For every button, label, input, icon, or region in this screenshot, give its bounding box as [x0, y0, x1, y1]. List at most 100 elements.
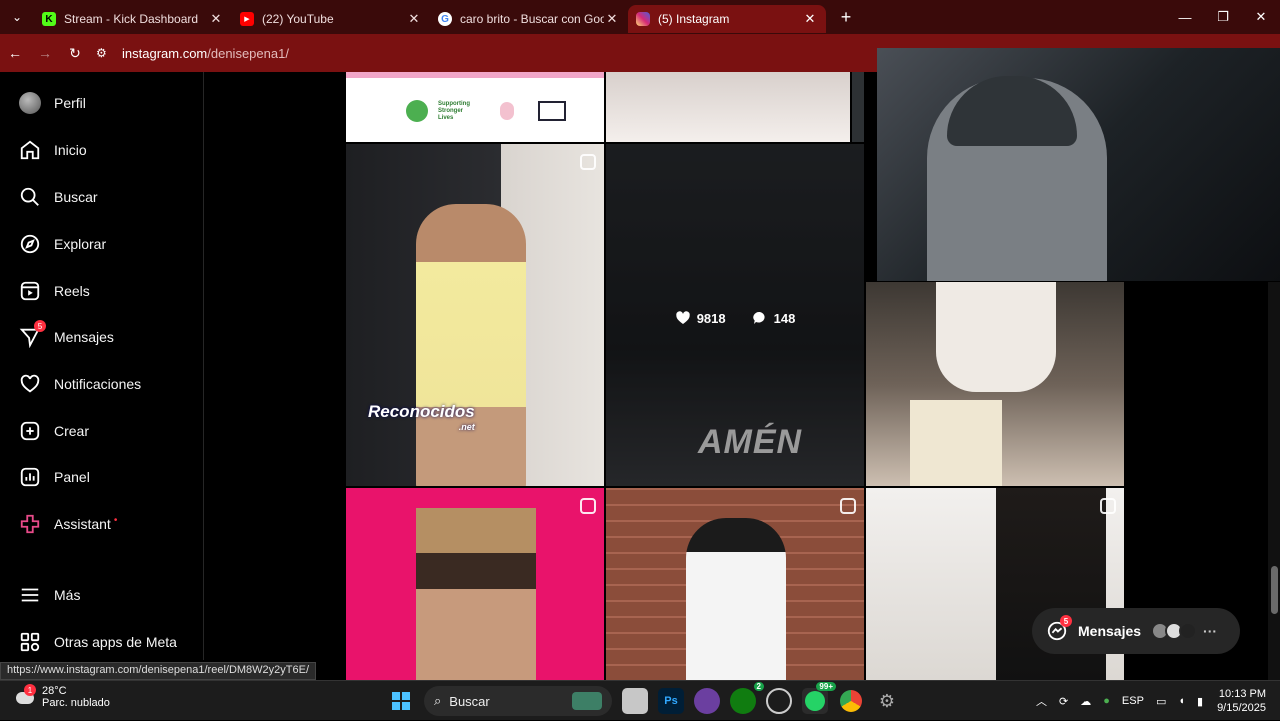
- search-icon: [18, 185, 42, 209]
- file-explorer-icon[interactable]: [622, 688, 648, 714]
- brand-logo-icon: [538, 101, 566, 121]
- unread-badge: 5: [1060, 615, 1072, 627]
- sidebar-item-otras-apps[interactable]: Otras apps de Meta: [18, 627, 177, 657]
- messenger-icon: 5: [18, 320, 46, 349]
- taskbar-apps: ⌕ Buscar Ps 2 99+ ⚙: [388, 681, 900, 721]
- post-tile-hovered[interactable]: 9818 148 AMÉN: [606, 144, 864, 486]
- windows-start-icon[interactable]: [388, 688, 414, 714]
- tab-kick[interactable]: K Stream - Kick Dashboard ✕: [34, 5, 232, 33]
- unread-badge: 5: [34, 320, 46, 332]
- chevron-up-icon[interactable]: ︿: [1036, 693, 1047, 709]
- close-icon[interactable]: ✕: [208, 11, 224, 27]
- photoshop-icon[interactable]: Ps: [658, 688, 684, 714]
- reels-icon: [580, 498, 596, 514]
- sidebar-item-panel[interactable]: Panel: [18, 462, 90, 492]
- battery-icon[interactable]: ▮: [1197, 695, 1203, 708]
- tab-search-chevron-icon[interactable]: ⌄: [0, 0, 34, 34]
- sidebar-item-reels[interactable]: Reels: [18, 276, 90, 306]
- post-photo: [416, 508, 536, 680]
- taskbar-search[interactable]: ⌕ Buscar: [424, 686, 612, 716]
- new-tab-button[interactable]: +: [832, 7, 860, 28]
- maximize-icon[interactable]: ❐: [1204, 0, 1242, 34]
- plus-square-icon: [18, 419, 42, 443]
- post-tile[interactable]: [606, 72, 850, 142]
- heart-icon: [675, 311, 690, 324]
- mic-icon[interactable]: ●: [1103, 695, 1110, 707]
- obs-icon[interactable]: [766, 688, 792, 714]
- language-indicator[interactable]: ESP: [1122, 695, 1144, 707]
- tab-instagram[interactable]: (5) Instagram ✕: [628, 5, 826, 33]
- post-photo: [416, 204, 526, 486]
- reels-icon: [580, 154, 596, 170]
- weather-widget[interactable]: 1 28°C Parc. nublado: [14, 684, 110, 709]
- search-icon: ⌕: [434, 693, 442, 708]
- network-icon[interactable]: ▭: [1156, 695, 1166, 708]
- reels-icon: [18, 279, 42, 303]
- system-tray: ︿ ⟳ ☁ ● ESP ▭ ◖ ▮ 10:13 PM 9/15/2025: [1030, 681, 1280, 721]
- back-icon[interactable]: ←: [0, 45, 30, 61]
- post-tile[interactable]: [606, 488, 864, 680]
- chart-icon: [18, 465, 42, 489]
- sidebar-item-mensajes[interactable]: 5 Mensajes: [18, 320, 114, 352]
- weather-cloud-icon: 1: [14, 684, 36, 708]
- messenger-icon: 5: [1046, 615, 1072, 642]
- comment-icon: [752, 311, 765, 324]
- taskbar-clock[interactable]: 10:13 PM 9/15/2025: [1217, 687, 1266, 715]
- sidebar-item-perfil[interactable]: Perfil: [18, 88, 86, 118]
- post-tile-reel[interactable]: Reconocidos .net: [346, 144, 604, 486]
- scrollbar-thumb[interactable]: [1271, 566, 1278, 614]
- post-tile[interactable]: [866, 282, 1124, 486]
- sidebar-item-inicio[interactable]: Inicio: [18, 135, 87, 165]
- sidebar-item-explorar[interactable]: Explorar: [18, 229, 106, 259]
- xbox-icon[interactable]: 2: [730, 682, 764, 714]
- search-highlight-icon: [572, 692, 602, 710]
- page-scrollbar[interactable]: [1268, 282, 1280, 680]
- post-tile[interactable]: [852, 72, 864, 142]
- close-window-icon[interactable]: ✕: [1242, 0, 1280, 34]
- post-tile[interactable]: Supporting Stronger Lives: [346, 72, 604, 142]
- windows-taskbar: 1 28°C Parc. nublado ⌕ Buscar Ps 2 99+ ⚙ …: [0, 680, 1280, 720]
- post-tile-reel[interactable]: [346, 488, 604, 680]
- sidebar-item-assistant[interactable]: Assistant •: [18, 509, 117, 539]
- reload-icon[interactable]: ↻: [60, 45, 90, 62]
- comment-count: 148: [773, 310, 796, 326]
- tab-google[interactable]: G caro brito - Buscar con Google ✕: [430, 5, 628, 33]
- volume-icon[interactable]: ◖: [1178, 695, 1185, 707]
- sidebar-item-crear[interactable]: Crear: [18, 416, 89, 446]
- settings-gear-icon[interactable]: ⚙: [874, 688, 900, 714]
- cloud-icon[interactable]: ☁: [1080, 695, 1091, 708]
- whatsapp-icon[interactable]: 99+: [802, 682, 836, 714]
- charity-logo-icon: [406, 100, 428, 122]
- close-icon[interactable]: ✕: [604, 11, 620, 27]
- url-field[interactable]: ⚙ instagram.com/denisepena1/: [96, 46, 289, 61]
- chrome-icon[interactable]: [838, 688, 864, 714]
- compass-icon: [18, 232, 42, 256]
- tab-youtube[interactable]: ▶ (22) YouTube ✕: [232, 5, 430, 33]
- post-stats: 9818 148: [606, 310, 864, 326]
- profile-avatar-icon: [18, 91, 42, 115]
- heart-icon: [18, 372, 42, 396]
- close-icon[interactable]: ✕: [802, 11, 818, 27]
- messages-pill[interactable]: 5 Mensajes ···: [1032, 608, 1240, 654]
- reels-icon: [1100, 498, 1116, 514]
- banner-text: Supporting Stronger Lives: [438, 100, 470, 121]
- app-icon[interactable]: [694, 688, 720, 714]
- forward-icon[interactable]: →: [30, 45, 60, 61]
- assistant-icon: [18, 512, 42, 536]
- kick-icon: K: [42, 12, 56, 26]
- status-bar-url: https://www.instagram.com/denisepena1/re…: [0, 662, 317, 680]
- minimize-icon[interactable]: —: [1166, 0, 1204, 34]
- sync-icon[interactable]: ⟳: [1059, 695, 1068, 708]
- avatar: [1179, 622, 1198, 640]
- instagram-sidebar: Perfil Inicio Buscar Explorar Reels 5 Me…: [0, 72, 204, 660]
- close-icon[interactable]: ✕: [406, 11, 422, 27]
- sidebar-item-mas[interactable]: Más: [18, 580, 80, 610]
- overlay-caption: AMÉN: [698, 423, 803, 461]
- sidebar-item-buscar[interactable]: Buscar: [18, 182, 98, 212]
- watermark-logo: Reconocidos .net: [368, 402, 475, 432]
- more-icon: ···: [1203, 623, 1218, 639]
- site-info-icon[interactable]: ⚙: [96, 46, 112, 60]
- window-controls: — ❐ ✕: [1166, 0, 1280, 34]
- sidebar-item-notificaciones[interactable]: Notificaciones: [18, 369, 141, 399]
- webcam-overlay: [877, 48, 1280, 281]
